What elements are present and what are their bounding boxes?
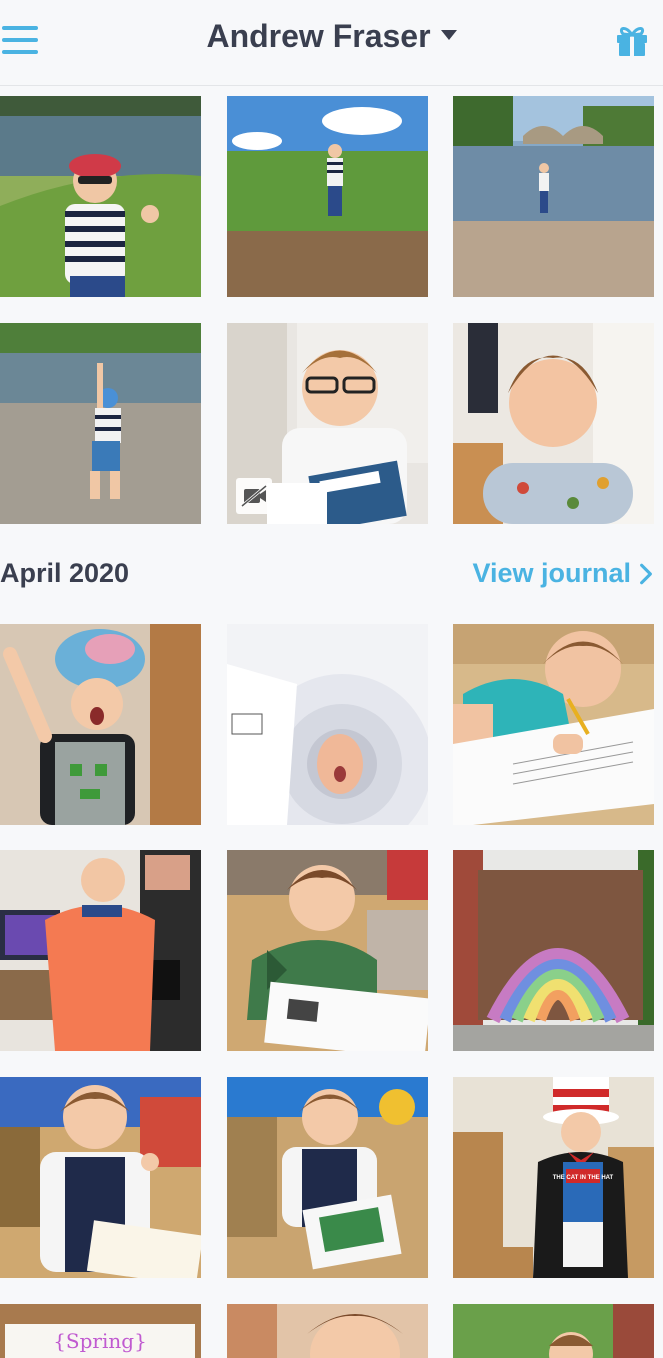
- photo-thumbnail[interactable]: [453, 1304, 654, 1358]
- section-title: April 2020: [0, 558, 130, 588]
- photo-thumbnail[interactable]: THE CAT IN THE HAT: [453, 1077, 654, 1278]
- photo-thumbnail[interactable]: [0, 96, 201, 297]
- photo-thumbnail[interactable]: [227, 850, 428, 1051]
- chevron-right-icon: [640, 563, 652, 584]
- photo-thumbnail[interactable]: [227, 1077, 428, 1278]
- view-journal-label: View journal: [472, 558, 631, 588]
- child-selector[interactable]: Andrew Fraser: [0, 18, 663, 55]
- photo-thumbnail[interactable]: [0, 323, 201, 524]
- photo-thumbnail[interactable]: [227, 323, 428, 524]
- page-title: Andrew Fraser: [206, 18, 431, 54]
- gift-icon[interactable]: [614, 22, 650, 58]
- photo-thumbnail[interactable]: {Spring}: [0, 1304, 201, 1358]
- photo-thumbnail[interactable]: [227, 624, 428, 825]
- photo-thumbnail[interactable]: [453, 323, 654, 524]
- caret-down-icon: [440, 29, 457, 40]
- app-header: Andrew Fraser: [0, 0, 663, 86]
- spring-artwork-text: {Spring}: [53, 1329, 147, 1353]
- photo-thumbnail[interactable]: [0, 624, 201, 825]
- photo-thumbnail[interactable]: [0, 850, 201, 1051]
- photo-thumbnail[interactable]: [453, 850, 654, 1051]
- video-off-icon: [236, 478, 272, 514]
- photo-thumbnail[interactable]: [453, 96, 654, 297]
- book-title-text: THE CAT IN THE HAT: [553, 1175, 614, 1181]
- photo-thumbnail[interactable]: [453, 624, 654, 825]
- photo-thumbnail[interactable]: [0, 1077, 201, 1278]
- view-journal-link[interactable]: View journal: [472, 558, 653, 589]
- photo-thumbnail[interactable]: [227, 96, 428, 297]
- photo-thumbnail[interactable]: [227, 1304, 428, 1358]
